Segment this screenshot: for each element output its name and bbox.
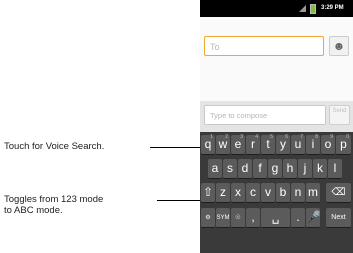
settings-icon: ⚙ bbox=[205, 215, 211, 221]
key-p[interactable]: 0p bbox=[336, 134, 351, 155]
key-v[interactable]: v bbox=[261, 183, 275, 203]
key-k[interactable]: k bbox=[313, 159, 327, 179]
status-bar: 3:29 PM bbox=[200, 0, 353, 17]
next-key[interactable]: Next bbox=[326, 208, 351, 228]
signal-icon bbox=[299, 5, 306, 12]
comma-key[interactable]: , bbox=[246, 208, 260, 228]
voice-search-key[interactable]: 🎤 bbox=[306, 208, 321, 228]
callout-voice-search: Touch for Voice Search. bbox=[4, 141, 105, 152]
key-r[interactable]: 4r bbox=[246, 134, 260, 155]
key-c[interactable]: c bbox=[246, 183, 260, 203]
shift-icon: ⇧ bbox=[202, 185, 214, 199]
period-key[interactable]: . bbox=[291, 208, 305, 228]
keyboard-row-1: 1q 2w 3e 4r 5t 6y 7u 8i 9o 0p bbox=[200, 134, 353, 157]
microphone-icon: 🎤 bbox=[306, 210, 321, 224]
key-q[interactable]: 1q bbox=[201, 134, 215, 155]
compose-bar: Type to compose Send bbox=[200, 101, 353, 132]
key-o[interactable]: 9o bbox=[321, 134, 335, 155]
key-x[interactable]: x bbox=[231, 183, 245, 203]
language-key[interactable]: ☉ bbox=[231, 208, 245, 228]
key-n[interactable]: n bbox=[291, 183, 305, 203]
key-b[interactable]: b bbox=[276, 183, 290, 203]
key-w[interactable]: 2w bbox=[216, 134, 230, 155]
keyboard: 1q 2w 3e 4r 5t 6y 7u 8i 9o 0p a s d f g … bbox=[200, 132, 353, 253]
keyboard-row-3: ⇧ z x c v b n m ⌫ bbox=[200, 183, 353, 205]
to-field-placeholder: To bbox=[210, 42, 220, 52]
key-y[interactable]: 6y bbox=[276, 134, 290, 155]
key-e[interactable]: 3e bbox=[231, 134, 245, 155]
key-s[interactable]: s bbox=[223, 159, 237, 179]
settings-key[interactable]: ⚙ bbox=[201, 208, 215, 228]
compose-placeholder: Type to compose bbox=[210, 111, 268, 120]
key-l[interactable]: l bbox=[328, 159, 342, 179]
callout-toggle-line1: Toggles from 123 mode bbox=[4, 194, 104, 205]
send-label: Send bbox=[332, 108, 347, 114]
key-u[interactable]: 7u bbox=[291, 134, 305, 155]
key-m[interactable]: m bbox=[306, 183, 320, 203]
delete-key[interactable]: ⌫ bbox=[326, 183, 351, 203]
contact-icon: ☻ bbox=[332, 39, 346, 53]
key-a[interactable]: a bbox=[208, 159, 222, 179]
keyboard-row-2: a s d f g h j k l bbox=[200, 159, 353, 181]
key-h[interactable]: h bbox=[283, 159, 297, 179]
globe-icon: ☉ bbox=[235, 215, 241, 221]
keyboard-row-4: ⚙ SYM ☉ , ␣ . 🎤 Next bbox=[200, 208, 353, 230]
key-f[interactable]: f bbox=[253, 159, 267, 179]
battery-icon bbox=[310, 4, 316, 14]
key-g[interactable]: g bbox=[268, 159, 282, 179]
to-field[interactable]: To bbox=[204, 36, 324, 56]
space-key[interactable]: ␣ bbox=[261, 208, 290, 228]
key-t[interactable]: 5t bbox=[261, 134, 275, 155]
status-time: 3:29 PM bbox=[321, 5, 344, 11]
add-contact-button[interactable]: ☻ bbox=[329, 36, 349, 56]
key-i[interactable]: 8i bbox=[306, 134, 320, 155]
sym-key[interactable]: SYM bbox=[216, 208, 230, 228]
phone-screen: 3:29 PM To ☻ Type to compose Send 1q 2w … bbox=[200, 0, 353, 253]
key-j[interactable]: j bbox=[298, 159, 312, 179]
compose-field[interactable]: Type to compose bbox=[204, 105, 326, 125]
key-z[interactable]: z bbox=[216, 183, 230, 203]
send-button[interactable]: Send bbox=[329, 105, 350, 125]
callout-toggle-line2: to ABC mode. bbox=[4, 205, 63, 216]
backspace-icon: ⌫ bbox=[331, 187, 346, 198]
key-d[interactable]: d bbox=[238, 159, 252, 179]
shift-key[interactable]: ⇧ bbox=[201, 183, 215, 203]
